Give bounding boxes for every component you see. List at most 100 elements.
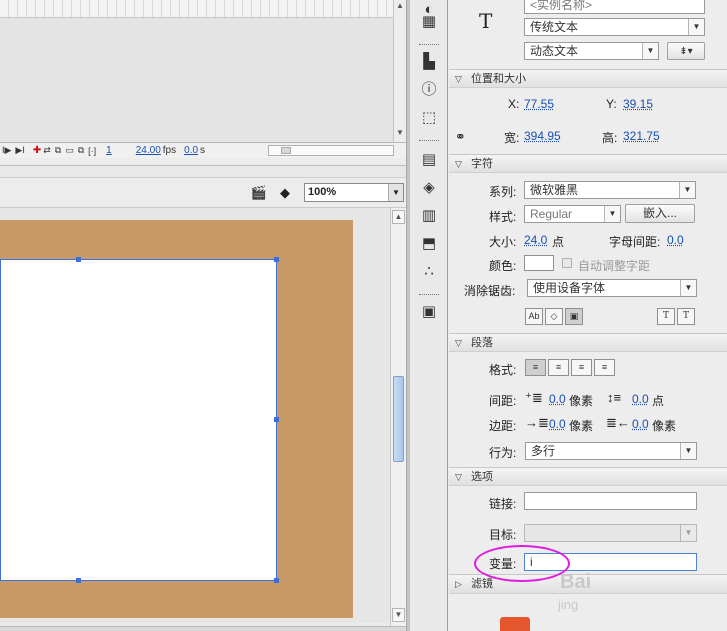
panel-grip[interactable] (419, 44, 439, 47)
color-label: 颜色: (489, 259, 517, 273)
font-family-select[interactable]: 微软雅黑 ▼ (524, 181, 696, 199)
text-color-swatch[interactable] (524, 255, 554, 271)
scroll-thumb[interactable] (281, 147, 291, 154)
loop-icon[interactable]: ⇄ (43, 145, 51, 156)
behavior-select[interactable]: 多行 ▼ (525, 442, 697, 460)
current-frame[interactable]: 1 (106, 145, 112, 156)
selected-text-field[interactable] (0, 259, 277, 581)
x-value[interactable]: 77.55 (524, 97, 554, 111)
position-size-section-header[interactable]: ▽ 位置和大小 (449, 69, 727, 88)
stage-vertical-scrollbar[interactable]: ▲ ▼ (390, 208, 406, 626)
chevron-down-icon[interactable]: ▼ (679, 182, 695, 198)
elapsed-time-value[interactable]: 0.0 (184, 145, 198, 156)
onion-skin-icon[interactable]: ⧉ (55, 145, 61, 156)
right-margin-value[interactable]: 0.0 (632, 417, 649, 431)
resize-handle[interactable] (274, 257, 279, 262)
stage-horizontal-scrollbar[interactable] (0, 626, 408, 631)
text-tool-icon: T (479, 9, 493, 33)
properties-icon[interactable]: ▣ (419, 302, 439, 322)
selectable-text-icon[interactable]: Ab (525, 308, 543, 325)
text-type-select[interactable]: 动态文本 ▼ (524, 42, 659, 60)
scroll-up-icon[interactable]: ▲ (392, 210, 405, 224)
lock-ratio-icon[interactable]: ⚭ (455, 129, 466, 145)
instance-name-input[interactable]: <实例名称> (524, 0, 705, 14)
resize-handle[interactable] (76, 257, 81, 262)
project-icon[interactable]: ∴ (419, 262, 439, 282)
text-orientation-button[interactable]: ⇟▾ (667, 42, 705, 60)
motion-presets-icon[interactable]: ⬒ (419, 234, 439, 254)
scroll-thumb[interactable] (393, 376, 404, 462)
edit-multiple-frames-icon[interactable]: ⧉ (78, 145, 84, 156)
size-value[interactable]: 24.0 (524, 233, 547, 247)
transform-icon[interactable]: ⬚ (419, 108, 439, 128)
align-icon[interactable]: ▙ (419, 52, 439, 72)
auto-kern-checkbox[interactable] (562, 258, 572, 268)
frame-ruler[interactable] (0, 0, 394, 18)
components-icon[interactable]: ◈ (419, 178, 439, 198)
chevron-down-icon[interactable]: ▼ (680, 280, 696, 296)
indent-value[interactable]: 0.0 (549, 392, 566, 406)
superscript-icon[interactable]: T (657, 308, 675, 325)
render-html-icon[interactable]: ◇ (545, 308, 563, 325)
highlight-annotation (474, 545, 570, 582)
subscript-icon[interactable]: T (677, 308, 695, 325)
target-select[interactable]: ▼ (524, 524, 697, 542)
chevron-down-icon[interactable]: ▼ (604, 206, 620, 222)
modify-markers-icon[interactable]: [·] (88, 146, 96, 156)
info-icon[interactable]: ⓘ (419, 80, 439, 100)
timeline-horizontal-scrollbar[interactable] (268, 145, 394, 156)
frame-rate-value[interactable]: 24.00 (136, 145, 161, 156)
scroll-down-icon[interactable]: ▼ (392, 608, 405, 622)
align-center-icon[interactable]: ≡ (548, 359, 569, 376)
edit-scene-icon[interactable]: 🎬 (250, 184, 268, 202)
character-section-header[interactable]: ▽ 字符 (449, 154, 727, 173)
section-title: 段落 (471, 337, 493, 349)
chevron-down-icon[interactable]: ▼ (688, 19, 704, 35)
width-value[interactable]: 394.95 (524, 129, 561, 143)
x-label: X: (508, 97, 520, 111)
edit-symbols-icon[interactable]: ◆ (276, 184, 294, 202)
resize-handle[interactable] (76, 578, 81, 583)
expanded-triangle-icon: ▽ (455, 338, 462, 348)
library-icon[interactable]: ▥ (419, 206, 439, 226)
options-section-header[interactable]: ▽ 选项 (449, 467, 727, 486)
text-engine-select[interactable]: 传统文本 ▼ (524, 18, 705, 36)
stage-canvas[interactable] (0, 208, 390, 623)
chevron-down-icon[interactable]: ▼ (388, 184, 403, 201)
align-right-icon[interactable]: ≡ (571, 359, 592, 376)
letter-spacing-value[interactable]: 0.0 (667, 233, 684, 247)
antialias-select[interactable]: 使用设备字体 ▼ (527, 279, 697, 297)
embed-button[interactable]: 嵌入... (625, 204, 695, 223)
scroll-down-icon[interactable]: ▼ (396, 128, 404, 137)
left-margin-value[interactable]: 0.0 (549, 417, 566, 431)
size-label: 大小: (489, 235, 517, 249)
scroll-up-icon[interactable]: ▲ (396, 1, 404, 10)
chevron-down-icon[interactable]: ▼ (680, 443, 696, 459)
zoom-select[interactable]: 100% ▼ (304, 183, 404, 202)
height-value[interactable]: 321.75 (623, 129, 660, 143)
go-to-end-icon[interactable]: ▶I (15, 145, 24, 156)
onion-outline-icon[interactable]: ▭ (65, 145, 74, 156)
resize-handle[interactable] (274, 417, 279, 422)
line-spacing-value[interactable]: 0.0 (632, 392, 649, 406)
history-icon[interactable]: ▤ (419, 150, 439, 170)
playhead-icon[interactable]: ✚ (33, 145, 41, 156)
panel-grip[interactable] (419, 294, 439, 297)
show-border-icon[interactable]: ▣ (565, 308, 583, 325)
align-justify-icon[interactable]: ≡ (594, 359, 615, 376)
taskbar-app-icon[interactable] (500, 617, 530, 631)
behavior-label: 行为: (489, 446, 517, 460)
paragraph-section-header[interactable]: ▽ 段落 (449, 333, 727, 352)
panel-grip[interactable] (419, 140, 439, 143)
link-input[interactable] (524, 492, 697, 510)
y-value[interactable]: 39.15 (623, 97, 653, 111)
chevron-down-icon[interactable]: ▼ (642, 43, 658, 59)
stage-header-bar (0, 165, 408, 178)
font-style-select[interactable]: Regular ▼ (524, 205, 621, 223)
align-left-icon[interactable]: ≡ (525, 359, 546, 376)
timeline-vertical-scrollbar[interactable]: ▲ ▼ (393, 0, 407, 142)
swatches-icon[interactable]: ▦ (419, 12, 439, 32)
step-back-icon[interactable]: I▶ (2, 145, 11, 156)
resize-handle[interactable] (274, 578, 279, 583)
chevron-down-icon[interactable]: ▼ (680, 525, 696, 541)
